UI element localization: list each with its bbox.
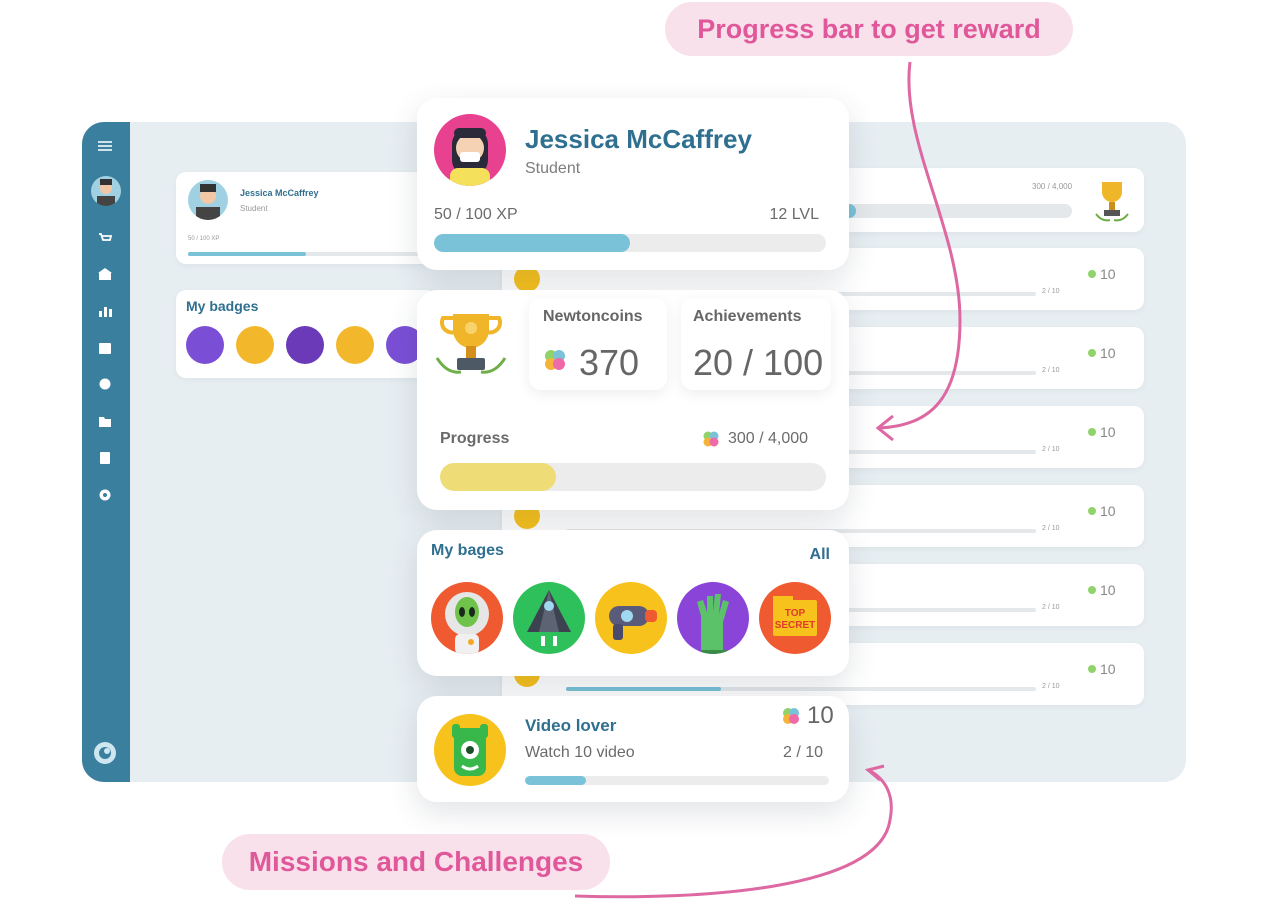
bg-coin-icon [1088, 586, 1096, 594]
coins-value: 370 [579, 342, 640, 383]
bg-mission-count: 2 / 10 [1042, 525, 1060, 532]
avatar[interactable] [91, 176, 121, 206]
cart-icon[interactable] [98, 232, 112, 244]
alien-badge[interactable] [431, 582, 503, 654]
progress-label: Progress [440, 430, 510, 447]
bg-badges-card: My badges [176, 290, 436, 378]
reward-progress-bar [440, 463, 826, 491]
top-secret-badge[interactable]: TOP SECRET [759, 582, 831, 654]
bg-mission-reward: 10 [1100, 582, 1116, 598]
settings-icon[interactable] [98, 489, 112, 501]
chat-icon[interactable] [98, 378, 112, 390]
bg-coin-icon [1088, 428, 1096, 436]
mission-reward: 10 [807, 702, 834, 729]
chart-icon[interactable] [98, 305, 112, 317]
progress-coin-icon [702, 430, 720, 453]
bg-mission-count: 2 / 10 [1042, 604, 1060, 611]
xp-label: 50 / 100 XP [434, 206, 518, 223]
bg-mission-reward: 10 [1100, 503, 1116, 519]
bg-avatar [188, 180, 228, 220]
bg-badges-title: My badges [186, 298, 259, 314]
bg-reward-progress: 300 / 4,000 [1032, 182, 1073, 191]
school-icon[interactable] [98, 268, 112, 280]
bg-coin-icon [1088, 270, 1096, 278]
calendar-icon[interactable] [98, 342, 112, 354]
bg-mission-count: 2 / 10 [1042, 683, 1060, 690]
mission-count: 2 / 10 [782, 744, 823, 761]
bg-badge-2 [236, 326, 274, 364]
achievements-box: Achievements 20 / 100 [681, 298, 831, 390]
trophy-icon [431, 308, 511, 387]
bg-profile-card: Jessica McCaffrey Student 50 / 100 XP [176, 172, 436, 264]
bg-mission-count: 2 / 10 [1042, 288, 1060, 295]
annotation-progress-reward: Progress bar to get reward [665, 2, 1073, 56]
bg-profile-role: Student [240, 204, 268, 213]
level-label: 12 LVL [769, 206, 819, 223]
menu-icon[interactable] [98, 140, 112, 152]
coins-box: Newtoncoins 370 [529, 298, 667, 390]
annotation-missions: Missions and Challenges [222, 834, 610, 890]
bg-trophy-icon [1092, 178, 1132, 227]
bg-xp-bar [188, 252, 424, 256]
achievements-label: Achievements [693, 308, 802, 325]
xp-progress-fill [434, 234, 630, 252]
bg-mission-count: 2 / 10 [1042, 446, 1060, 453]
badges-title: My bages [431, 542, 504, 559]
mission-title: Video lover [525, 716, 617, 735]
bg-coin-icon [1088, 349, 1096, 357]
reward-progress-fill [440, 463, 556, 491]
profile-name: Jessica McCaffrey [525, 124, 752, 154]
top-secret-text: TOP SECRET [774, 608, 816, 631]
profile-avatar[interactable] [434, 114, 506, 186]
progress-value: 300 / 4,000 [728, 430, 809, 447]
video-lover-badge [434, 714, 506, 786]
bg-mission-reward: 10 [1100, 345, 1116, 361]
coins-label: Newtoncoins [543, 308, 643, 325]
profile-card: Jessica McCaffrey Student 50 / 100 XP 12… [417, 98, 849, 270]
profile-role: Student [525, 160, 581, 177]
bg-mission-reward: 10 [1100, 266, 1116, 282]
bg-badge-4 [336, 326, 374, 364]
achievements-value: 20 / 100 [693, 342, 824, 383]
badges-card: My bages All TOP SECRET [417, 530, 849, 676]
bg-profile-name: Jessica McCaffrey [240, 188, 319, 198]
bg-mission-count: 2 / 10 [1042, 367, 1060, 374]
bg-badge-1 [186, 326, 224, 364]
logo-icon[interactable] [94, 742, 116, 764]
mission-progress-bar [525, 776, 829, 785]
bg-mission-reward: 10 [1100, 424, 1116, 440]
mission-card[interactable]: Video lover Watch 10 video 2 / 10 10 [417, 696, 849, 802]
bg-coin-icon [1088, 507, 1096, 515]
sidebar [82, 122, 130, 782]
bg-badge-3 [286, 326, 324, 364]
folder-icon[interactable] [98, 415, 112, 427]
bg-reward-bar [832, 204, 1072, 218]
bg-mission-reward: 10 [1100, 661, 1116, 677]
mission-subtitle: Watch 10 video [525, 744, 635, 761]
all-badges-link[interactable]: All [810, 546, 830, 564]
stats-card: Newtoncoins 370 Achievements 20 / 100 Pr… [417, 290, 849, 510]
zombie-hand-badge[interactable] [677, 582, 749, 654]
xp-progress-bar [434, 234, 826, 252]
coin-icon [543, 348, 567, 377]
mission-progress-fill [525, 776, 586, 785]
bg-coin-icon [1088, 665, 1096, 673]
spaceship-badge[interactable] [513, 582, 585, 654]
bg-reward-card: 300 / 4,000 [832, 168, 1144, 232]
mission-coin-icon [781, 706, 801, 731]
bg-profile-xp: 50 / 100 XP [188, 236, 220, 242]
bg-mission-bar [566, 687, 1036, 691]
ray-gun-badge[interactable] [595, 582, 667, 654]
book-icon[interactable] [98, 452, 112, 464]
